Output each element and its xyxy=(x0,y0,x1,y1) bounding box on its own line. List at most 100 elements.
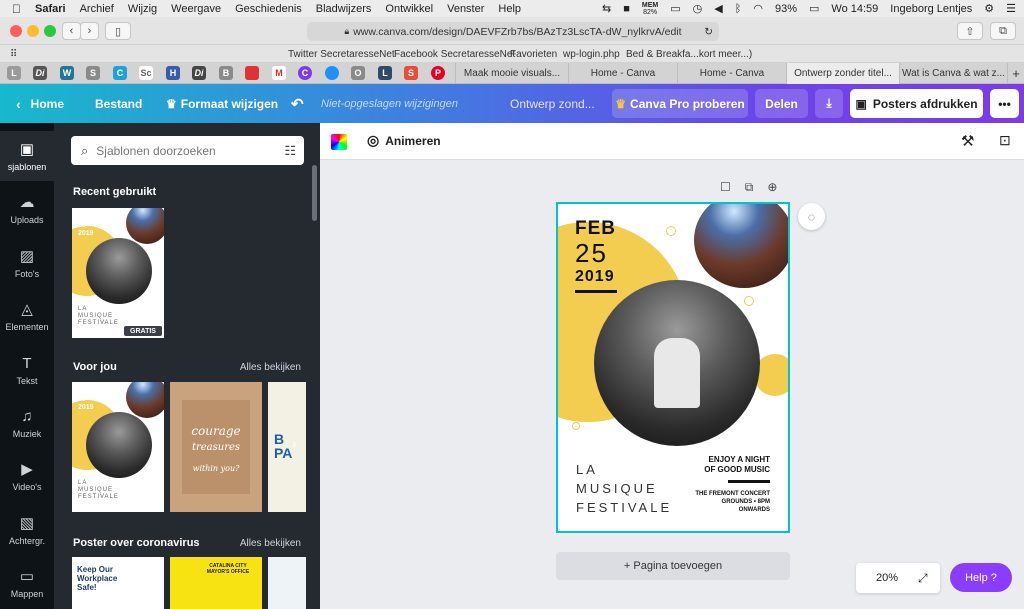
share-button[interactable]: Delen xyxy=(755,89,808,118)
favorite-link[interactable]: wp-login.php xyxy=(563,49,620,60)
see-all-link[interactable]: Alles bekijken xyxy=(240,538,301,549)
undo-icon[interactable]: ↶ xyxy=(291,84,304,123)
file-menu-button[interactable]: Bestand xyxy=(95,84,142,123)
template-thumbnail[interactable]: FEB 25 2019 LA MUSIQUE FESTIVALE xyxy=(72,382,164,512)
favorites-grid-icon[interactable]: ⠿ xyxy=(10,49,17,60)
minimize-window-button[interactable] xyxy=(27,25,39,37)
fullscreen-icon[interactable]: ⤢ xyxy=(918,571,928,586)
resize-button[interactable]: ♛ Formaat wijzigen xyxy=(166,84,278,123)
add-page-button[interactable]: + Pagina toevoegen xyxy=(556,552,790,580)
pinned-tab[interactable]: P xyxy=(431,66,445,80)
browser-tab[interactable]: Wat is Canva & wat z... xyxy=(899,63,1007,84)
home-button[interactable]: ‹ Home xyxy=(16,84,64,123)
pinned-tab[interactable] xyxy=(325,66,339,80)
poster-month[interactable]: FEB xyxy=(575,218,616,240)
menu-list-icon[interactable]: ☰ xyxy=(1006,2,1016,15)
print-posters-button[interactable]: ▣ Posters afdrukken xyxy=(850,89,983,118)
zoom-level[interactable]: 20% xyxy=(876,572,898,584)
add-page-icon[interactable]: ⊕ xyxy=(767,180,777,195)
pinned-tab[interactable]: H xyxy=(166,66,180,80)
poster-title[interactable]: LA MUSIQUE FESTIVALE xyxy=(576,460,672,517)
wifi-icon[interactable]: ◠ xyxy=(753,2,763,15)
tab-overview-button[interactable]: ⧉ xyxy=(990,22,1016,40)
color-picker-icon[interactable] xyxy=(331,134,347,150)
template-thumbnail[interactable]: CATALINA CITY MAYOR'S OFFICE xyxy=(170,557,262,609)
battery-percentage[interactable]: 93% xyxy=(775,3,797,15)
crowd-photo[interactable] xyxy=(594,280,760,446)
rail-item-photos[interactable]: ▨ Foto's xyxy=(0,238,54,288)
favorite-link[interactable]: Favorieten xyxy=(510,49,557,60)
download-button[interactable]: ⤓ xyxy=(815,89,843,118)
panel-scrollbar[interactable] xyxy=(312,165,317,221)
template-thumbnail[interactable]: B PA xyxy=(268,382,306,512)
design-title[interactable]: Ontwerp zond... xyxy=(510,84,595,123)
browser-tab[interactable]: Home - Canva xyxy=(568,63,677,84)
pinned-tab[interactable]: L xyxy=(7,66,21,80)
address-bar[interactable]: 🔒︎ www.canva.com/design/DAEVFZrb7bs/BAzT… xyxy=(307,22,719,41)
zoom-control[interactable]: 20% ⤢ xyxy=(856,563,940,593)
try-pro-button[interactable]: ♛ Canva Pro proberen xyxy=(612,89,748,118)
menu-archief[interactable]: Archief xyxy=(80,3,114,15)
pinned-tab[interactable]: M xyxy=(272,66,286,80)
menu-app-name[interactable]: Safari xyxy=(35,3,66,15)
rail-item-backgrounds[interactable]: ▧ Achtergr. xyxy=(0,505,54,555)
browser-tab[interactable]: Home - Canva xyxy=(677,63,786,84)
animate-button[interactable]: ◎ Animeren xyxy=(367,132,441,149)
battery-icon[interactable]: ▭ xyxy=(809,2,819,15)
facetime-icon[interactable]: ■ xyxy=(623,3,630,15)
menu-ontwikkel[interactable]: Ontwikkel xyxy=(385,3,433,15)
control-center-icon[interactable]: ⚙ xyxy=(984,2,994,15)
poster-venue[interactable]: THE FREMONT CONCERT GROUNDS • 8PM ONWARD… xyxy=(695,490,770,514)
share-button[interactable]: ⇧ xyxy=(957,22,983,40)
design-page[interactable]: FEB 25 2019 LA MUSIQUE FESTIVALE ENJOY A… xyxy=(556,202,790,533)
poster-tagline[interactable]: ENJOY A NIGHT OF GOOD MUSIC xyxy=(704,455,770,475)
teamviewer-icon[interactable]: ⇆ xyxy=(602,2,611,15)
template-thumbnail[interactable]: Keep Our Workplace Safe! xyxy=(72,557,164,609)
filter-icon[interactable]: ☷ xyxy=(284,143,296,159)
forward-button[interactable]: › xyxy=(80,22,99,40)
template-thumbnail[interactable]: FEB 25 2019 LA MUSIQUE FESTIVALE GRATIS xyxy=(72,208,164,338)
clock[interactable]: Wo 14:59 xyxy=(831,3,878,15)
poster-day[interactable]: 25 xyxy=(575,238,608,269)
zoom-window-button[interactable] xyxy=(44,25,56,37)
pinned-tab[interactable]: O xyxy=(351,66,365,80)
airplay-icon[interactable]: ▭ xyxy=(670,2,680,15)
template-thumbnail[interactable]: courage treasures within you? xyxy=(170,382,262,512)
menu-weergave[interactable]: Weergave xyxy=(171,3,221,15)
pinned-tab[interactable]: C xyxy=(298,66,312,80)
menu-help[interactable]: Help xyxy=(498,3,521,15)
favorite-link[interactable]: Twitter SecretaresseNet xyxy=(288,49,395,60)
rail-item-uploads[interactable]: ☁ Uploads xyxy=(0,184,54,234)
browser-tab[interactable]: Maak mooie visuals... xyxy=(455,63,568,84)
comment-icon[interactable]: ◌ xyxy=(798,203,825,230)
pinned-tab[interactable]: B xyxy=(219,66,233,80)
carousel-next-icon[interactable]: › xyxy=(292,435,297,451)
bluetooth-icon[interactable]: ᛒ xyxy=(735,3,742,15)
favorite-link[interactable]: Bed & Breakfa...kort meer...) xyxy=(626,49,752,60)
rail-item-templates[interactable]: ▣ sjablonen xyxy=(0,131,54,181)
rail-item-videos[interactable]: ▶ Video's xyxy=(0,451,54,501)
sidebar-toggle-button[interactable]: ▯ xyxy=(105,22,131,40)
close-window-button[interactable] xyxy=(10,25,22,37)
browser-tab-active[interactable]: Ontwerp zonder titel... xyxy=(786,63,899,84)
rail-item-elements[interactable]: ◬ Elementen xyxy=(0,291,54,341)
template-search-input[interactable]: ⌕ Sjablonen doorzoeken ☷ xyxy=(71,136,304,165)
notes-icon[interactable]: ☐ xyxy=(720,180,731,195)
lock-icon[interactable]: ⊡ xyxy=(999,132,1011,149)
concert-photo[interactable] xyxy=(694,204,788,288)
menu-venster[interactable]: Venster xyxy=(447,3,484,15)
paint-roller-icon[interactable]: ⚒ xyxy=(961,132,974,150)
duplicate-page-icon[interactable]: ⧉ xyxy=(745,180,754,195)
memory-status[interactable]: MEM 82% xyxy=(642,2,658,16)
apple-icon[interactable]:  xyxy=(12,2,21,16)
pinned-tab[interactable] xyxy=(245,66,259,80)
volume-icon[interactable]: ◀ xyxy=(714,2,722,15)
menu-bladwijzers[interactable]: Bladwijzers xyxy=(316,3,372,15)
favorite-link[interactable]: Facebook SecretaresseNet xyxy=(394,49,515,60)
pinned-tab[interactable]: C xyxy=(113,66,127,80)
pinned-tab[interactable]: Sc xyxy=(139,66,153,80)
see-all-link[interactable]: Alles bekijken xyxy=(240,362,301,373)
user-name[interactable]: Ingeborg Lentjes xyxy=(890,3,972,15)
template-thumbnail[interactable] xyxy=(268,557,306,609)
back-button[interactable]: ‹ xyxy=(62,22,81,40)
